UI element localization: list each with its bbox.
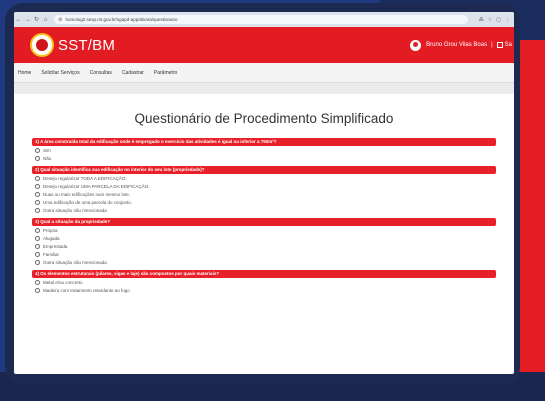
- question-1: 1) A área construída total da edificação…: [32, 138, 496, 162]
- header-separator: |: [491, 42, 493, 48]
- radio-option[interactable]: Familiar: [32, 250, 496, 258]
- option-label: Metal e/ou concreto: [43, 279, 83, 285]
- question-2: 2) Qual situação identifica sua edificaç…: [32, 166, 496, 214]
- question-header: 1) A área construída total da edificação…: [32, 138, 496, 146]
- browser-menu-icon[interactable]: ⋮: [505, 17, 510, 23]
- main-menu: Home Solicitar Serviços Consultas Cadast…: [14, 63, 514, 83]
- questionnaire: Questionário de Procedimento Simplificad…: [14, 111, 514, 294]
- question-header: 3) Qual a situação da propriedade?: [32, 218, 496, 226]
- radio-option[interactable]: Não: [32, 154, 496, 162]
- option-label: Madeira com tratamento retardante ao fog…: [43, 287, 130, 293]
- option-label: Outra situação não mencionada: [43, 207, 107, 213]
- radio-button[interactable]: [35, 251, 40, 257]
- radio-option[interactable]: Outra situação não mencionada: [32, 258, 496, 266]
- menu-item-cadastrar[interactable]: Cadastrar: [122, 70, 144, 76]
- option-label: Uma edificação de uma parcela do conjunt…: [43, 199, 133, 205]
- reload-icon[interactable]: ↻: [32, 16, 41, 23]
- radio-button[interactable]: [35, 175, 40, 181]
- back-icon[interactable]: ←: [14, 17, 23, 23]
- radio-button[interactable]: [35, 155, 40, 161]
- forward-icon[interactable]: →: [23, 17, 32, 23]
- translate-icon[interactable]: ⁂: [479, 17, 484, 23]
- option-label: Própria: [43, 227, 58, 233]
- browser-window: ← → ↻ ⌂ ⚙ homolog2.sesp.mt.gov.br/sgapd-…: [14, 12, 514, 374]
- menu-item-parametro[interactable]: Parâmetro: [154, 70, 177, 76]
- radio-option[interactable]: Uma edificação de uma parcela do conjunt…: [32, 198, 496, 206]
- page-title: Questionário de Procedimento Simplificad…: [134, 111, 394, 126]
- option-label: Alugada: [43, 235, 60, 241]
- question-4: 4) Os elementos estruturais (pilares, vi…: [32, 270, 496, 294]
- user-avatar-icon[interactable]: [410, 39, 422, 51]
- menu-item-home[interactable]: Home: [18, 70, 31, 76]
- radio-button[interactable]: [35, 191, 40, 197]
- radio-button[interactable]: [35, 183, 40, 189]
- question-header: 2) Qual situação identifica sua edificaç…: [32, 166, 496, 174]
- radio-button[interactable]: [35, 207, 40, 213]
- radio-option[interactable]: Emprestada: [32, 242, 496, 250]
- radio-option[interactable]: Duas ou mais edificações num mesmo lote.: [32, 190, 496, 198]
- radio-button[interactable]: [35, 227, 40, 233]
- radio-option[interactable]: Própria: [32, 226, 496, 234]
- radio-button[interactable]: [35, 287, 40, 293]
- radio-button[interactable]: [35, 259, 40, 265]
- menu-item-solicitar-servicos[interactable]: Solicitar Serviços: [41, 70, 79, 76]
- address-bar-url: homolog2.sesp.mt.gov.br/sgapd-app/alvara…: [65, 17, 178, 22]
- logout-icon: [496, 42, 503, 48]
- browser-actions: ⁂ ☆ ▢ ⋮: [479, 17, 514, 23]
- app-header: SST/BM Bruno Grou Vilas Boas | Sa: [14, 27, 514, 63]
- content-gutter: [14, 83, 514, 94]
- option-label: Emprestada: [43, 243, 68, 249]
- address-bar[interactable]: ⚙ homolog2.sesp.mt.gov.br/sgapd-app/alva…: [54, 15, 468, 24]
- logout-button[interactable]: Sa: [496, 42, 514, 48]
- user-name[interactable]: Bruno Grou Vilas Boas: [426, 42, 487, 48]
- fire-department-emblem-icon: [30, 33, 54, 57]
- option-label: Familiar: [43, 251, 60, 257]
- radio-button[interactable]: [35, 235, 40, 241]
- brand-title: SST/BM: [58, 36, 116, 54]
- menu-item-consultas[interactable]: Consultas: [90, 70, 112, 76]
- radio-option[interactable]: Outra situação não mencionada: [32, 206, 496, 214]
- option-label: Outra situação não mencionada: [43, 259, 107, 265]
- radio-option[interactable]: Desejo regularizar UMA PARCELA DA EDIFIC…: [32, 182, 496, 190]
- radio-option[interactable]: Sim: [32, 146, 496, 154]
- radio-option[interactable]: Desejo regularizar TODA A EDIFICAÇÃO.: [32, 174, 496, 182]
- option-label: Desejo regularizar TODA A EDIFICAÇÃO.: [43, 175, 127, 181]
- user-area: Bruno Grou Vilas Boas | Sa: [410, 27, 514, 63]
- option-label: Desejo regularizar UMA PARCELA DA EDIFIC…: [43, 183, 150, 189]
- bookmark-star-icon[interactable]: ☆: [488, 17, 492, 23]
- radio-button[interactable]: [35, 243, 40, 249]
- radio-button[interactable]: [35, 147, 40, 153]
- radio-button[interactable]: [35, 199, 40, 205]
- question-3: 3) Qual a situação da propriedade? Própr…: [32, 218, 496, 266]
- radio-option[interactable]: Metal e/ou concreto: [32, 278, 496, 286]
- home-icon[interactable]: ⌂: [41, 17, 50, 23]
- extensions-icon[interactable]: ▢: [496, 17, 501, 23]
- radio-option[interactable]: Alugada: [32, 234, 496, 242]
- radio-button[interactable]: [35, 279, 40, 285]
- radio-option[interactable]: Madeira com tratamento retardante ao fog…: [32, 286, 496, 294]
- logout-label: Sa: [504, 42, 512, 48]
- browser-toolbar: ← → ↻ ⌂ ⚙ homolog2.sesp.mt.gov.br/sgapd-…: [14, 12, 514, 27]
- site-info-icon[interactable]: ⚙: [58, 17, 62, 23]
- option-label: Não: [43, 155, 52, 161]
- question-header: 4) Os elementos estruturais (pilares, vi…: [32, 270, 496, 278]
- option-label: Duas ou mais edificações num mesmo lote.: [43, 191, 131, 197]
- option-label: Sim: [43, 147, 51, 153]
